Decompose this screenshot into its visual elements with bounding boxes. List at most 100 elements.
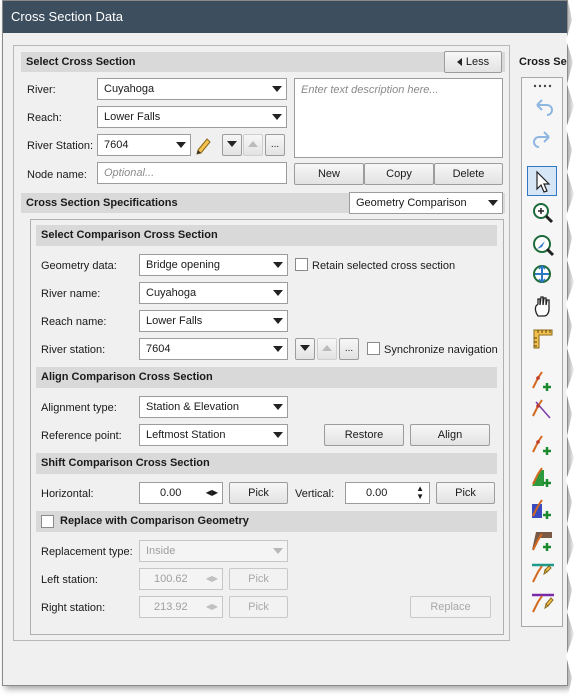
chevron-down-icon bbox=[273, 262, 283, 268]
left-station-value: 100.62 bbox=[154, 573, 188, 585]
pencil-profile-icon[interactable] bbox=[530, 590, 556, 616]
right-station-label: Right station: bbox=[41, 602, 106, 614]
comparison-next-button[interactable] bbox=[295, 338, 315, 360]
less-button[interactable]: Less bbox=[444, 51, 502, 73]
reach-name-label: Reach name: bbox=[41, 316, 107, 328]
reach-name-select[interactable]: Lower Falls bbox=[139, 310, 288, 332]
river-name-value: Cuyahoga bbox=[146, 287, 197, 299]
replacement-type-select[interactable]: Inside bbox=[139, 540, 288, 562]
arrow-down-icon bbox=[227, 141, 237, 148]
more-icon[interactable] bbox=[530, 80, 556, 92]
copy-button[interactable]: Copy bbox=[364, 163, 434, 185]
caret-left-icon bbox=[456, 58, 462, 67]
replace-checkbox[interactable] bbox=[41, 515, 54, 528]
comparison-header: Select Comparison Cross Section bbox=[36, 225, 497, 246]
reach-label: Reach: bbox=[27, 112, 62, 124]
bank-station-icon[interactable] bbox=[530, 432, 556, 458]
node-name-input[interactable]: Optional... bbox=[97, 162, 287, 184]
station-value: 7604 bbox=[104, 139, 129, 151]
replacement-type-label: Replacement type: bbox=[41, 546, 133, 558]
prev-station-button[interactable] bbox=[243, 134, 263, 156]
restore-button[interactable]: Restore bbox=[324, 424, 404, 446]
river-label: River: bbox=[27, 84, 56, 96]
river-value: Cuyahoga bbox=[104, 83, 155, 95]
chevron-down-icon bbox=[272, 114, 282, 120]
alignment-type-select[interactable]: Station & Elevation bbox=[139, 396, 288, 418]
measure-icon[interactable] bbox=[530, 326, 556, 352]
reach-name-value: Lower Falls bbox=[146, 315, 203, 327]
replace-button[interactable]: Replace bbox=[410, 596, 491, 618]
left-station-label: Left station: bbox=[41, 574, 98, 586]
horizontal-label: Horizontal: bbox=[41, 488, 94, 500]
undo-icon[interactable] bbox=[530, 94, 556, 120]
spin-up-down-icon[interactable]: ▲ ▼ bbox=[416, 485, 424, 501]
blocked-obstruction-icon[interactable] bbox=[530, 528, 556, 554]
align-button[interactable]: Align bbox=[410, 424, 490, 446]
shift-header: Shift Comparison Cross Section bbox=[36, 453, 497, 474]
next-station-button[interactable] bbox=[222, 134, 242, 156]
add-point-icon[interactable] bbox=[530, 368, 556, 394]
node-name-placeholder: Optional... bbox=[104, 167, 155, 179]
comparison-station-select[interactable]: 7604 bbox=[139, 338, 288, 360]
comparison-browse-button[interactable]: ... bbox=[339, 338, 359, 360]
arrow-up-icon bbox=[322, 345, 332, 352]
river-name-select[interactable]: Cuyahoga bbox=[139, 282, 288, 304]
description-input[interactable]: Enter text description here... bbox=[294, 78, 503, 158]
delete-button[interactable]: Delete bbox=[434, 163, 503, 185]
spin-left-right-icon: ◀▶ bbox=[205, 602, 218, 611]
align-header: Align Comparison Cross Section bbox=[36, 367, 497, 388]
zoom-extents-icon[interactable] bbox=[530, 262, 556, 288]
align-title: Align Comparison Cross Section bbox=[41, 371, 213, 383]
ineffective-area-icon[interactable] bbox=[530, 496, 556, 522]
geometry-data-select[interactable]: Bridge opening bbox=[139, 254, 288, 276]
retain-checkbox[interactable] bbox=[295, 258, 308, 271]
edit-pencil-icon[interactable] bbox=[194, 135, 214, 155]
station-browse-button[interactable]: ... bbox=[265, 134, 285, 156]
select-arrow-icon[interactable] bbox=[527, 166, 557, 196]
less-label: Less bbox=[465, 56, 490, 68]
zoom-icon[interactable] bbox=[530, 200, 556, 226]
new-button[interactable]: New bbox=[294, 163, 364, 185]
river-station-select[interactable]: 7604 bbox=[97, 134, 191, 156]
chevron-down-icon bbox=[488, 200, 498, 206]
river-name-label: River name: bbox=[41, 288, 101, 300]
pan-zoom-icon[interactable] bbox=[530, 232, 556, 258]
hand-icon[interactable] bbox=[530, 294, 556, 320]
sync-label: Synchronize navigation bbox=[384, 344, 498, 356]
river-select[interactable]: Cuyahoga bbox=[97, 78, 287, 100]
vertical-pick-button[interactable]: Pick bbox=[436, 482, 495, 504]
horizontal-pick-button[interactable]: Pick bbox=[229, 482, 288, 504]
comparison-prev-button[interactable] bbox=[317, 338, 337, 360]
chevron-down-icon bbox=[273, 290, 283, 296]
select-cross-section-header: Select Cross Section bbox=[21, 52, 505, 72]
horizontal-input[interactable]: 0.00 ◀▶ bbox=[139, 482, 223, 504]
left-station-input[interactable]: 100.62 ◀▶ bbox=[139, 568, 223, 590]
cross-section-data-window: Cross Section Data Select Cross Section … bbox=[2, 0, 568, 686]
levee-icon[interactable] bbox=[530, 464, 556, 490]
redo-icon[interactable] bbox=[530, 126, 556, 152]
lid-icon[interactable] bbox=[530, 560, 556, 586]
river-station-label: River Station: bbox=[27, 140, 94, 152]
comparison-title: Select Comparison Cross Section bbox=[41, 229, 218, 241]
arrow-down-icon bbox=[300, 345, 310, 352]
reach-select[interactable]: Lower Falls bbox=[97, 106, 287, 128]
right-station-input[interactable]: 213.92 ◀▶ bbox=[139, 596, 223, 618]
vertical-label: Vertical: bbox=[295, 488, 335, 500]
select-cross-section-title: Select Cross Section bbox=[26, 56, 136, 68]
horizontal-value: 0.00 bbox=[160, 487, 182, 499]
right-pick-button[interactable]: Pick bbox=[229, 596, 288, 618]
reference-point-label: Reference point: bbox=[41, 430, 122, 442]
line-tool-icon[interactable] bbox=[530, 396, 556, 422]
specification-mode-select[interactable]: Geometry Comparison bbox=[349, 192, 503, 214]
geometry-value: Bridge opening bbox=[146, 259, 221, 271]
chevron-down-icon bbox=[273, 318, 283, 324]
vertical-input[interactable]: 0.00 ▲ ▼ bbox=[345, 482, 430, 504]
specifications-title: Cross Section Specifications bbox=[26, 197, 178, 209]
spin-left-right-icon[interactable]: ◀▶ bbox=[206, 489, 218, 497]
sync-checkbox[interactable] bbox=[367, 342, 380, 355]
reference-point-value: Leftmost Station bbox=[146, 429, 226, 441]
left-pick-button[interactable]: Pick bbox=[229, 568, 288, 590]
reference-point-select[interactable]: Leftmost Station bbox=[139, 424, 288, 446]
title-bar: Cross Section Data bbox=[3, 1, 567, 33]
chevron-down-icon bbox=[273, 432, 283, 438]
